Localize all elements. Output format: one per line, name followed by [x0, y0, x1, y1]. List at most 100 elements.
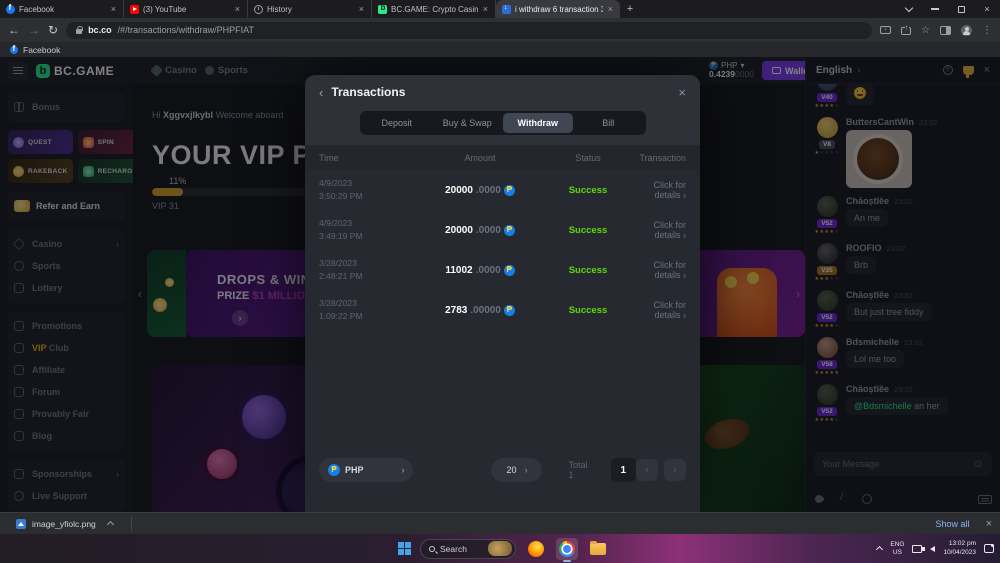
back-button[interactable]: ←	[8, 24, 20, 36]
tab-close-icon[interactable]: ×	[234, 4, 241, 14]
taskbar-file-explorer[interactable]	[587, 538, 609, 560]
transaction-row: 4/9/20233:49:19 PM20000.0000₱SuccessClic…	[305, 210, 700, 250]
transactions-modal: ‹ Transactions × DepositBuy & SwapWithdr…	[305, 75, 700, 512]
maximize-icon	[958, 6, 965, 13]
browser-toolbar: ← → ↻ bc.co/#/transactions/withdraw/PHPF…	[0, 18, 1000, 42]
transaction-details-link[interactable]: Click for details ›	[631, 220, 686, 240]
tray-time: 13:02 pm	[943, 540, 976, 548]
profile-avatar-icon[interactable]	[961, 25, 972, 36]
tray-overflow-icon[interactable]	[876, 546, 883, 553]
transaction-date: 4/9/2023	[319, 217, 415, 230]
volume-icon[interactable]	[930, 546, 935, 552]
share-icon[interactable]	[901, 27, 911, 35]
minimize-button[interactable]	[922, 0, 948, 18]
currency-filter[interactable]: ₱ PHP ›	[319, 458, 413, 482]
clock[interactable]: 13:02 pm10/04/2023	[943, 540, 976, 556]
tab-deposit[interactable]: Deposit	[362, 113, 433, 133]
transaction-rows: 4/9/20233:50:29 PM20000.0000₱SuccessClic…	[305, 170, 700, 330]
php-coin-icon: ₱	[504, 305, 515, 316]
chevron-down-icon	[905, 3, 913, 11]
transaction-status: Success	[545, 225, 631, 236]
start-button[interactable]	[398, 542, 411, 555]
reload-button[interactable]: ↻	[48, 24, 58, 36]
minimize-icon	[931, 8, 939, 9]
search-icon	[429, 546, 435, 552]
folder-icon	[590, 543, 606, 555]
tab-withdraw[interactable]: Withdraw	[503, 113, 574, 133]
downloads-bar-close-icon[interactable]: ×	[986, 518, 992, 530]
modal-close-icon[interactable]: ×	[678, 85, 686, 100]
bcgame-favicon	[378, 5, 387, 14]
tab-close-icon[interactable]: ×	[607, 4, 614, 14]
lock-icon	[76, 29, 82, 34]
transaction-row: 4/9/20233:50:29 PM20000.0000₱SuccessClic…	[305, 170, 700, 210]
column-status: Status	[545, 153, 631, 163]
browser-tab[interactable]: History×	[248, 0, 372, 18]
browser-tab[interactable]: (3) YouTube×	[124, 0, 248, 18]
table-header: Time Amount Status Transaction	[305, 145, 700, 170]
browser-menu-icon[interactable]: ⋮	[982, 25, 992, 36]
browser-tab[interactable]: Facebook ×	[0, 0, 124, 18]
page-size-selector[interactable]: 20 ›	[491, 458, 542, 482]
divider	[131, 517, 132, 531]
currency-filter-label: PHP	[345, 465, 364, 475]
history-favicon	[254, 5, 263, 14]
tab-close-icon[interactable]: ×	[110, 4, 117, 14]
amount-int: 20000	[445, 185, 473, 196]
transactions-table-body: 4/9/20233:50:29 PM20000.0000₱SuccessClic…	[305, 170, 700, 512]
tab-title: Facebook	[19, 5, 106, 14]
total-count: Total 1	[568, 460, 594, 480]
tray-date: 10/04/2023	[943, 549, 976, 557]
transaction-details-link[interactable]: Click for details ›	[631, 300, 686, 320]
transaction-status: Success	[545, 305, 631, 316]
download-item[interactable]: image_yfiolc.png	[8, 515, 121, 533]
screen: Facebook×(3) YouTube×History×BC.GAME: Cr…	[0, 0, 1000, 563]
back-icon[interactable]: ‹	[319, 85, 323, 100]
tab-buy---swap[interactable]: Buy & Swap	[432, 113, 503, 133]
browser-tab[interactable]: BC.GAME: Crypto Casino Games×	[372, 0, 496, 18]
show-all-downloads-link[interactable]: Show all	[936, 519, 970, 529]
modal-header: ‹ Transactions ×	[305, 75, 700, 109]
browser-essentials-icon[interactable]	[880, 26, 891, 34]
prev-page-button[interactable]: ‹	[636, 459, 658, 481]
transaction-details-link[interactable]: Click for details ›	[631, 260, 686, 280]
taskbar-chrome[interactable]	[556, 538, 578, 560]
chevron-up-icon[interactable]	[107, 521, 114, 528]
tab-search-icon[interactable]	[896, 0, 922, 18]
php-coin-icon: ₱	[504, 185, 515, 196]
maximize-button[interactable]	[948, 0, 974, 18]
transaction-details-link[interactable]: Click for details ›	[631, 180, 686, 200]
forward-button[interactable]: →	[28, 24, 40, 36]
column-amount: Amount	[415, 153, 545, 163]
amount-int: 20000	[445, 225, 473, 236]
bookmark-facebook[interactable]: Facebook	[23, 45, 60, 55]
amount-frac: .0000	[476, 225, 501, 236]
transaction-row: 3/28/20231:09:22 PM2783.00000₱SuccessCli…	[305, 290, 700, 330]
browser-tab[interactable]: i withdraw 6 transaction 3 of the×	[496, 0, 620, 18]
tab-bill[interactable]: Bill	[573, 113, 644, 133]
php-coin-icon: ₱	[328, 464, 340, 476]
notification-center-icon[interactable]	[984, 544, 994, 553]
taskbar-firefox[interactable]	[525, 538, 547, 560]
chevron-right-icon: ›	[524, 465, 527, 475]
facebook-favicon	[6, 5, 15, 14]
toolbar-icons: ☆ ⋮	[880, 25, 992, 36]
network-icon[interactable]	[912, 545, 922, 553]
next-page-button[interactable]: ›	[664, 459, 686, 481]
url-bar[interactable]: bc.co/#/transactions/withdraw/PHPFIAT	[66, 22, 872, 39]
close-window-button[interactable]: ×	[974, 0, 1000, 18]
bookmark-star-icon[interactable]: ☆	[921, 25, 930, 36]
tab-close-icon[interactable]: ×	[482, 4, 489, 14]
modal-title: Transactions	[331, 85, 405, 99]
url-path: /#/transactions/withdraw/PHPFIAT	[118, 25, 254, 35]
browser-tab-strip: Facebook×(3) YouTube×History×BC.GAME: Cr…	[0, 0, 1000, 18]
side-panel-icon[interactable]	[940, 26, 951, 35]
taskbar-search[interactable]: Search	[420, 539, 516, 559]
tab-close-icon[interactable]: ×	[358, 4, 365, 14]
bcgame-site: b BC.GAME Casino Sports ₱ PHP ▾ 0.423900…	[0, 57, 1000, 512]
transactions-tabs: DepositBuy & SwapWithdrawBill	[360, 111, 646, 135]
new-tab-button[interactable]: +	[620, 0, 640, 18]
language-indicator[interactable]: ENGUS	[890, 541, 904, 557]
current-page[interactable]: 1	[611, 458, 637, 482]
transaction-time: 4/9/20233:50:29 PM	[319, 177, 415, 203]
